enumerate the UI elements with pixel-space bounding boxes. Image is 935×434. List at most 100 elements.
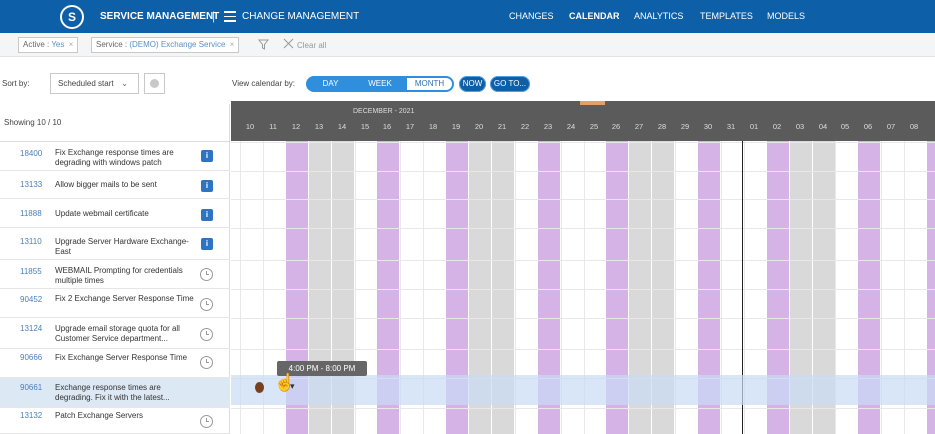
row-gridline <box>231 260 935 261</box>
day-label: 30 <box>703 122 713 131</box>
sort-direction-button[interactable] <box>144 73 165 94</box>
change-id[interactable]: 18400 <box>20 149 42 158</box>
list-item-selected[interactable]: 90661 Exchange response times are degrad… <box>0 378 230 408</box>
row-gridline <box>231 142 935 143</box>
view-week-button[interactable]: WEEK <box>355 76 405 92</box>
info-icon[interactable]: i <box>201 238 213 250</box>
remove-filter-icon[interactable]: × <box>69 40 74 49</box>
view-calendar-label: View calendar by: <box>232 79 295 88</box>
filter-chip-service[interactable]: Service : (DEMO) Exchange Service × <box>91 37 240 53</box>
change-title: Upgrade email storage quota for all Cust… <box>55 324 180 343</box>
avatar[interactable] <box>255 382 264 393</box>
clock-icon[interactable] <box>200 298 213 311</box>
calendar-grid[interactable]: DECEMBER - 2021 10 11 12 13 14 15 16 17 18 19 20 21… <box>231 101 935 434</box>
module-title: CHANGE MANAGEMENT <box>242 11 360 22</box>
day-label: 0 <box>926 122 935 131</box>
day-label: 23 <box>543 122 553 131</box>
now-button[interactable]: NOW <box>459 76 486 92</box>
day-label: 11 <box>269 122 277 131</box>
change-title: Fix Exchange response times are degradin… <box>55 148 174 167</box>
nav-analytics[interactable]: ANALYTICS <box>634 11 683 21</box>
chevron-down-icon[interactable]: ▾ <box>290 381 295 392</box>
day-label: 06 <box>863 122 873 131</box>
sort-label: Sort by: <box>2 79 30 88</box>
change-id[interactable]: 13124 <box>20 324 42 333</box>
day-label: 10 <box>245 122 255 131</box>
day-label: 22 <box>520 122 530 131</box>
day-label: 21 <box>497 122 507 131</box>
day-label: 05 <box>840 122 850 131</box>
row-gridline <box>231 318 935 319</box>
app-logo-icon[interactable]: S <box>60 5 84 29</box>
day-label: 17 <box>405 122 415 131</box>
clock-icon[interactable] <box>200 356 213 369</box>
nav-templates[interactable]: TEMPLATES <box>700 11 753 21</box>
change-id[interactable]: 11855 <box>20 267 42 276</box>
sort-select[interactable]: Scheduled start ⌄ <box>50 73 139 94</box>
filter-icon[interactable] <box>257 39 270 51</box>
day-label: 15 <box>360 122 370 131</box>
day-label: 08 <box>909 122 919 131</box>
list-item[interactable]: 90452 Fix 2 Exchange Server Response Tim… <box>0 289 230 318</box>
change-title: Allow bigger mails to be sent <box>55 180 157 189</box>
day-label: 14 <box>337 122 347 131</box>
filter-chip-active[interactable]: Active : Yes × <box>18 37 79 53</box>
list-item[interactable]: 13133 Allow bigger mails to be sent i <box>0 171 230 199</box>
change-id[interactable]: 13133 <box>20 180 42 189</box>
day-label: 19 <box>451 122 461 131</box>
clear-all-icon[interactable] <box>283 38 294 52</box>
change-title: Fix 2 Exchange Server Response Time <box>55 294 194 303</box>
goto-button[interactable]: GO TO... <box>490 76 530 92</box>
filter-bar: Active : Yes × Service : (DEMO) Exchange… <box>0 33 935 57</box>
list-item[interactable]: 11855 WEBMAIL Prompting for credentials … <box>0 260 230 289</box>
month-label: DECEMBER - 2021 <box>353 108 415 115</box>
list-item[interactable]: 90666 Fix Exchange Server Response Time <box>0 349 230 378</box>
day-label: 03 <box>795 122 805 131</box>
view-month-button[interactable]: MONTH <box>405 76 454 92</box>
view-day-button[interactable]: DAY <box>306 76 355 92</box>
clock-icon[interactable] <box>200 415 213 428</box>
day-label: 04 <box>818 122 828 131</box>
day-label: 25 <box>589 122 599 131</box>
nav-changes[interactable]: CHANGES <box>509 11 554 21</box>
change-title: Patch Exchange Servers <box>55 411 144 420</box>
change-id[interactable]: 90666 <box>20 353 42 362</box>
list-item[interactable]: 13124 Upgrade email storage quota for al… <box>0 318 230 349</box>
day-label: 29 <box>680 122 690 131</box>
info-icon[interactable]: i <box>201 150 213 162</box>
info-icon[interactable]: i <box>201 209 213 221</box>
change-id[interactable]: 13132 <box>20 411 42 420</box>
list-item[interactable]: 11888 Update webmail certificate i <box>0 199 230 228</box>
day-label: 18 <box>428 122 438 131</box>
day-label: 24 <box>566 122 576 131</box>
row-gridline <box>231 171 935 172</box>
change-id[interactable]: 13110 <box>20 237 42 246</box>
list-item[interactable]: 13110 Upgrade Server Hardware Exchange-E… <box>0 228 230 260</box>
showing-count: Showing 10 / 10 <box>0 104 230 142</box>
day-label: 31 <box>726 122 736 131</box>
change-title: Upgrade Server Hardware Exchange-East <box>55 237 189 256</box>
toolbar: Sort by: Scheduled start ⌄ View calendar… <box>0 65 935 101</box>
sort-direction-icon <box>150 79 159 88</box>
filter-chip-value: Yes <box>51 40 65 49</box>
clock-icon[interactable] <box>200 328 213 341</box>
list-item[interactable]: 13132 Patch Exchange Servers <box>0 408 230 434</box>
clock-icon[interactable] <box>200 268 213 281</box>
change-id[interactable]: 90452 <box>20 295 42 304</box>
clear-all-button[interactable]: Clear all <box>297 41 326 50</box>
info-icon[interactable]: i <box>201 180 213 192</box>
row-gridline <box>231 289 935 290</box>
nav-models[interactable]: MODELS <box>767 11 805 21</box>
chevron-down-icon: ⌄ <box>121 79 128 88</box>
nav-calendar[interactable]: CALENDAR <box>569 11 620 21</box>
change-id[interactable]: 90661 <box>20 383 42 392</box>
row-gridline <box>231 349 935 350</box>
list-item[interactable]: 18400 Fix Exchange response times are de… <box>0 142 230 171</box>
remove-filter-icon[interactable]: × <box>230 40 235 49</box>
day-label: 26 <box>611 122 621 131</box>
change-title: Fix Exchange Server Response Time <box>55 353 188 362</box>
brand-title[interactable]: SERVICE MANAGEMENT <box>100 11 219 22</box>
menu-icon[interactable] <box>224 11 236 22</box>
day-label: 02 <box>772 122 782 131</box>
change-id[interactable]: 11888 <box>20 209 42 218</box>
